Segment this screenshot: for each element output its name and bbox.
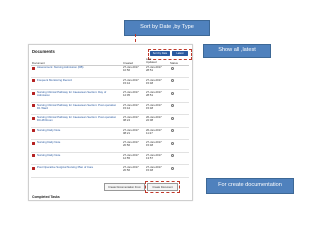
document-link[interactable]: Nursing Daily Note bbox=[37, 153, 119, 157]
updated-date: 27-Jan-2017 28:51 bbox=[146, 65, 162, 73]
gear-icon[interactable] bbox=[171, 66, 174, 70]
document-link[interactable]: Frequent Monitoring Record bbox=[37, 78, 119, 82]
document-icon bbox=[32, 66, 35, 70]
updated-date: 27-Jan-2017 15:48 bbox=[146, 102, 162, 110]
sort-button[interactable]: Sort by Date bbox=[150, 51, 170, 56]
created-date: 27-Jan-2017 12:05 bbox=[123, 90, 139, 98]
updated-date: 26-Jan-2017 22:08 bbox=[146, 115, 162, 123]
gear-icon[interactable] bbox=[171, 129, 174, 132]
panel-title: Documents bbox=[32, 49, 55, 54]
created-date: 27-Jan-2017 15:44 bbox=[123, 77, 139, 85]
callout-create-documentation: For create documentation bbox=[206, 178, 294, 194]
updated-date: 27-Jan-2017 15:48 bbox=[146, 77, 162, 85]
document-icon bbox=[32, 154, 35, 158]
gear-icon[interactable] bbox=[171, 141, 174, 145]
created-date: 27-Jan-2017 08:21 bbox=[123, 127, 139, 135]
callout-show-all: Show all ,latest bbox=[203, 44, 271, 58]
updated-date: 27-Jan-2017 28:51 bbox=[146, 90, 162, 98]
document-icon bbox=[32, 166, 35, 170]
table-row[interactable]: Nursing Daily Note 27-Jan-2017 12:55 27-Ja… bbox=[31, 152, 189, 165]
gear-icon[interactable] bbox=[171, 79, 174, 82]
gear-icon[interactable] bbox=[171, 116, 174, 120]
completed-tasks-heading: Completed Tasks bbox=[32, 195, 60, 199]
document-link[interactable]: Nursing Clinical Pathway for Caesarean S… bbox=[37, 90, 119, 97]
updated-date: 27-Jan-2017 15:48 bbox=[146, 165, 162, 173]
document-icon bbox=[32, 79, 35, 83]
documents-panel: Documents Sort by Date Latest Document C… bbox=[28, 44, 193, 201]
create-document-button[interactable]: Create Document bbox=[147, 183, 178, 191]
document-link[interactable]: Nursing Daily Note bbox=[37, 128, 119, 132]
document-link[interactable]: Post Operative Surgical Nursing Plan of … bbox=[37, 165, 119, 169]
updated-date: 27-Jan-2017 13:57 bbox=[146, 152, 162, 160]
document-icon bbox=[32, 141, 35, 145]
col-updated[interactable]: Last Updated bbox=[146, 58, 158, 64]
updated-date: 26-Jan-2017 11:27 bbox=[146, 127, 162, 135]
table-row[interactable]: Nursing Daily Note 27-Jan-2017 20:56 27-Ja… bbox=[31, 140, 189, 153]
document-icon bbox=[32, 129, 35, 133]
table-row[interactable]: Assessment: Nursing Admission (DB) 27-Jan… bbox=[31, 65, 189, 78]
created-date: 27-Jan-2017 12:55 bbox=[123, 152, 139, 160]
gear-icon[interactable] bbox=[171, 166, 174, 170]
latest-button[interactable]: Latest bbox=[172, 51, 188, 56]
document-icon bbox=[32, 116, 35, 120]
created-date: 27-Jan-2017 10:56 bbox=[123, 65, 139, 73]
gear-icon[interactable] bbox=[171, 91, 174, 95]
updated-date: 27-Jan-2017 15:48 bbox=[146, 140, 162, 148]
document-link[interactable]: Nursing Clinical Pathway for Caesarean S… bbox=[37, 103, 119, 110]
gear-icon[interactable] bbox=[171, 154, 174, 157]
document-link[interactable]: Nursing Clinical Pathway for Caesarean S… bbox=[37, 115, 119, 122]
document-link[interactable]: Assessment: Nursing Admission (DB) bbox=[37, 65, 119, 69]
created-date: 27-Jan-2017 20:56 bbox=[123, 165, 139, 173]
table-row[interactable]: Post Operative Surgical Nursing Plan of … bbox=[31, 165, 189, 178]
table-row[interactable]: Nursing Daily Note 27-Jan-2017 08:21 26-Ja… bbox=[31, 127, 189, 140]
gear-icon[interactable] bbox=[171, 104, 174, 107]
table-row[interactable]: Nursing Clinical Pathway for Caesarean S… bbox=[31, 115, 189, 128]
callout-sort-by: Sort by Date ,by Type bbox=[124, 20, 210, 36]
table-row[interactable]: Nursing Clinical Pathway for Caesarean S… bbox=[31, 102, 189, 115]
created-date: 27-Jan-2017 08:24 bbox=[123, 115, 139, 123]
create-documentation-from-button[interactable]: Create Documentation From bbox=[104, 183, 145, 191]
created-date: 27-Jan-2017 20:56 bbox=[123, 140, 139, 148]
created-date: 27-Jan-2017 15:44 bbox=[123, 102, 139, 110]
document-link[interactable]: Nursing Daily Note bbox=[37, 140, 119, 144]
table-row[interactable]: Frequent Monitoring Record 27-Jan-2017 15… bbox=[31, 77, 189, 90]
document-icon bbox=[32, 104, 35, 108]
document-icon bbox=[32, 91, 35, 95]
table-row[interactable]: Nursing Clinical Pathway for Caesarean S… bbox=[31, 90, 189, 103]
